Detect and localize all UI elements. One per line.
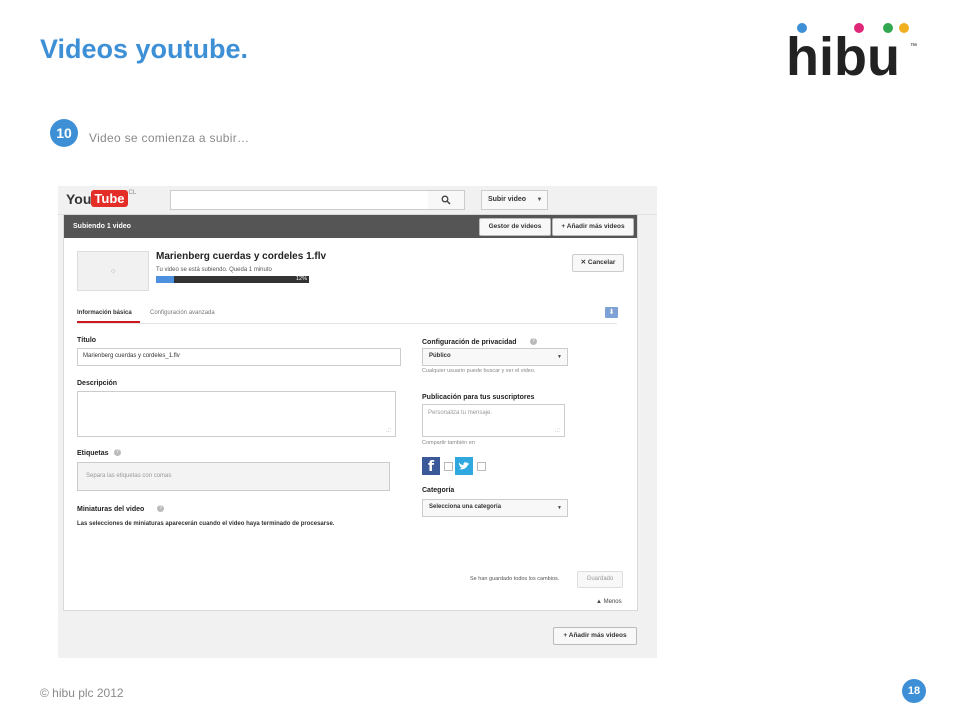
resize-handle-icon[interactable]: .:: bbox=[386, 428, 391, 434]
tags-placeholder: Separa las etiquetas con comas bbox=[86, 473, 172, 479]
thumbnails-message: Las selecciones de miniaturas aparecerán… bbox=[77, 521, 335, 527]
resize-handle-icon[interactable]: .:: bbox=[555, 428, 560, 434]
tab-basic-info[interactable]: Información básica bbox=[77, 310, 132, 316]
saved-status-text: Se han guardado todos los cambios. bbox=[470, 576, 560, 582]
description-input[interactable]: .:: bbox=[77, 391, 396, 437]
step-text: Video se comienza a subir… bbox=[89, 131, 250, 145]
upload-progress-bar: 12% bbox=[156, 276, 309, 283]
upload-status: Tu video se está subiendo. Queda 1 minut… bbox=[156, 267, 272, 273]
facebook-icon[interactable]: f bbox=[422, 457, 440, 475]
category-select[interactable]: Selecciona una categoría ▼ bbox=[422, 499, 568, 517]
help-icon[interactable]: ? bbox=[530, 338, 537, 345]
footer-copyright: © hibu plc 2012 bbox=[40, 686, 124, 700]
video-manager-button[interactable]: Gestor de videos bbox=[479, 218, 551, 236]
category-select-value: Selecciona una categoría bbox=[429, 504, 502, 510]
show-less-link[interactable]: ▲ Menos bbox=[596, 599, 622, 605]
title-input-value: Marienberg cuerdas y cordeles_1.flv bbox=[83, 353, 180, 359]
add-more-videos-button[interactable]: + Añadir más videos bbox=[552, 218, 634, 236]
youtube-logo[interactable]: You Tube CL bbox=[66, 190, 136, 210]
hibu-logo: hibu ™ bbox=[786, 23, 917, 82]
description-label: Descripción bbox=[77, 380, 118, 387]
logo-text: hibu bbox=[786, 27, 900, 82]
title-input[interactable]: Marienberg cuerdas y cordeles_1.flv bbox=[77, 348, 401, 366]
chevron-down-icon: ▼ bbox=[557, 354, 562, 360]
youtube-logo-country: CL bbox=[128, 190, 137, 196]
upload-menu-caret-icon[interactable]: ▼ bbox=[532, 190, 548, 210]
twitter-share-checkbox[interactable] bbox=[477, 462, 486, 471]
saved-button[interactable]: Guardado bbox=[577, 571, 623, 588]
youtube-topbar: You Tube CL Subir video ▼ bbox=[58, 186, 657, 215]
tags-input[interactable]: Separa las etiquetas con comas bbox=[77, 462, 390, 491]
add-more-videos-bottom-button[interactable]: + Añadir más videos bbox=[553, 627, 637, 645]
help-icon[interactable]: ? bbox=[114, 449, 121, 456]
privacy-hint: Cualquier usuario puede buscar y ver el … bbox=[422, 368, 536, 374]
uploading-label: Subiendo 1 video bbox=[73, 223, 131, 230]
upload-progress-label: 12% bbox=[295, 276, 307, 282]
download-icon[interactable]: ⬇ bbox=[605, 307, 618, 318]
facebook-share-checkbox[interactable] bbox=[444, 462, 453, 471]
twitter-icon[interactable] bbox=[455, 457, 473, 475]
step-badge: 10 bbox=[50, 119, 78, 147]
loading-spinner-icon: ⁘ bbox=[110, 267, 117, 276]
video-file-name: Marienberg cuerdas y cordeles 1.flv bbox=[156, 251, 327, 262]
video-thumbnail-placeholder: ⁘ bbox=[77, 251, 149, 291]
tab-advanced-settings[interactable]: Configuración avanzada bbox=[150, 310, 215, 316]
search-button[interactable] bbox=[428, 190, 465, 210]
page-number: 18 bbox=[902, 679, 926, 703]
chevron-down-icon: ▼ bbox=[557, 505, 562, 511]
youtube-logo-tube: Tube bbox=[91, 190, 128, 208]
tags-label: Etiquetas bbox=[77, 450, 109, 457]
youtube-logo-you: You bbox=[66, 190, 92, 207]
logo-tm: ™ bbox=[910, 43, 917, 50]
slide-title: Videos youtube. bbox=[40, 34, 249, 64]
title-label: Título bbox=[77, 337, 97, 344]
help-icon[interactable]: ? bbox=[157, 505, 164, 512]
tab-divider bbox=[77, 323, 617, 324]
share-also-label: Compartir también en bbox=[422, 440, 475, 446]
upload-panel-header: Subiendo 1 video Gestor de videos + Añad… bbox=[64, 215, 637, 238]
search-input[interactable] bbox=[170, 190, 430, 210]
publication-placeholder: Personaliza tu mensaje. bbox=[428, 410, 493, 416]
upload-panel: Subiendo 1 video Gestor de videos + Añad… bbox=[63, 214, 638, 611]
category-label: Categoría bbox=[422, 487, 455, 494]
upload-progress-fill bbox=[156, 276, 175, 283]
publication-label: Publicación para tus suscriptores bbox=[422, 394, 535, 401]
thumbnails-label: Miniaturas del video bbox=[77, 506, 145, 513]
publication-message-input[interactable]: Personaliza tu mensaje. .:: bbox=[422, 404, 565, 437]
privacy-select-value: Público bbox=[429, 353, 451, 359]
privacy-select[interactable]: Público ▼ bbox=[422, 348, 568, 366]
upload-video-button[interactable]: Subir video bbox=[481, 190, 533, 210]
privacy-label: Configuración de privacidad bbox=[422, 339, 517, 346]
cancel-upload-button[interactable]: ✕ Cancelar bbox=[572, 254, 624, 272]
twitter-bird-icon bbox=[458, 462, 470, 470]
search-icon bbox=[441, 195, 451, 205]
youtube-upload-screenshot: You Tube CL Subir video ▼ Subiendo 1 video… bbox=[58, 186, 657, 658]
